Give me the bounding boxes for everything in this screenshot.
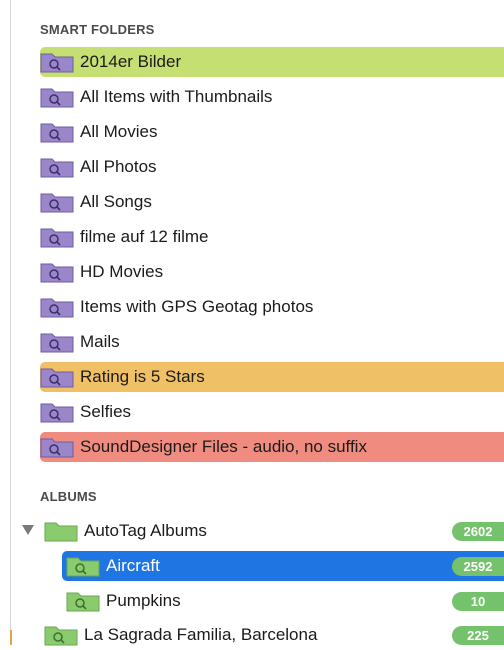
album-row-aircraft[interactable]: Aircraft 2592	[0, 551, 504, 581]
album-row-la-sagrada-familia[interactable]: La Sagrada Familia, Barcelona 225	[0, 620, 504, 650]
smart-folder-icon	[40, 331, 74, 353]
smart-folder-icon	[40, 86, 74, 108]
album-row-pumpkins[interactable]: Pumpkins 10	[0, 586, 504, 616]
smart-folder-icon	[40, 51, 74, 73]
smart-folder-label: All Photos	[80, 157, 157, 176]
smart-album-icon	[44, 624, 78, 646]
smart-album-icon	[66, 590, 100, 612]
smart-folder-icon	[40, 436, 74, 458]
smart-folder-label: All Items with Thumbnails	[80, 87, 273, 106]
smart-album-icon	[66, 555, 100, 577]
smart-folder-icon	[40, 366, 74, 388]
smart-folder-label: SoundDesigner Files - audio, no suffix	[80, 437, 367, 456]
album-label: Aircraft	[106, 556, 160, 575]
smart-folder-label: Items with GPS Geotag photos	[80, 297, 314, 316]
smart-folder-icon	[40, 226, 74, 248]
smart-folder-icon	[40, 121, 74, 143]
albums-header: ALBUMS	[40, 489, 97, 504]
smart-folder-rating-is-5-stars[interactable]: Rating is 5 Stars	[40, 362, 504, 392]
smart-folder-label: filme auf 12 filme	[80, 227, 209, 246]
smart-folder-label: 2014er Bilder	[80, 52, 182, 71]
count-badge: 10	[452, 592, 504, 611]
smart-folder-icon	[40, 261, 74, 283]
smart-folder-mails[interactable]: Mails	[40, 327, 504, 357]
smart-folder-label: All Movies	[80, 122, 158, 141]
album-label: AutoTag Albums	[84, 521, 207, 540]
smart-folder-icon	[40, 401, 74, 423]
smart-folder-all-items-with-thumbnails[interactable]: All Items with Thumbnails	[40, 82, 504, 112]
smart-folder-all-movies[interactable]: All Movies	[40, 117, 504, 147]
disclosure-triangle-icon[interactable]	[22, 525, 34, 535]
smart-folder-2014er-bilder[interactable]: 2014er Bilder	[40, 47, 504, 77]
smart-folder-items-with-gps-geotag-photos[interactable]: Items with GPS Geotag photos	[40, 292, 504, 322]
album-label: La Sagrada Familia, Barcelona	[84, 625, 318, 644]
smart-folder-all-photos[interactable]: All Photos	[40, 152, 504, 182]
count-badge: 2592	[452, 557, 504, 576]
count-badge: 225	[452, 626, 504, 645]
smart-folder-label: Rating is 5 Stars	[80, 367, 205, 386]
smart-folder-hd-movies[interactable]: HD Movies	[40, 257, 504, 287]
smart-folder-icon	[40, 296, 74, 318]
smart-folder-label: HD Movies	[80, 262, 164, 281]
sidebar-left-edge	[10, 0, 11, 645]
smart-folders-header: SMART FOLDERS	[40, 22, 155, 37]
smart-folder-label: Mails	[80, 332, 120, 351]
smart-folder-icon	[40, 156, 74, 178]
smart-folder-sounddesigner-files-audio-no-suffix[interactable]: SoundDesigner Files - audio, no suffix	[40, 432, 504, 462]
smart-folder-label: All Songs	[80, 192, 152, 211]
album-row-autotag-albums[interactable]: AutoTag Albums 2602	[0, 516, 504, 546]
smart-folder-icon	[40, 191, 74, 213]
smart-folder-selfies[interactable]: Selfies	[40, 397, 504, 427]
smart-folder-label: Selfies	[80, 402, 132, 421]
folder-icon	[44, 520, 78, 542]
album-label: Pumpkins	[106, 591, 181, 610]
count-badge: 2602	[452, 522, 504, 541]
smart-folder-all-songs[interactable]: All Songs	[40, 187, 504, 217]
smart-folder-filme-auf-12-filme[interactable]: filme auf 12 filme	[40, 222, 504, 252]
